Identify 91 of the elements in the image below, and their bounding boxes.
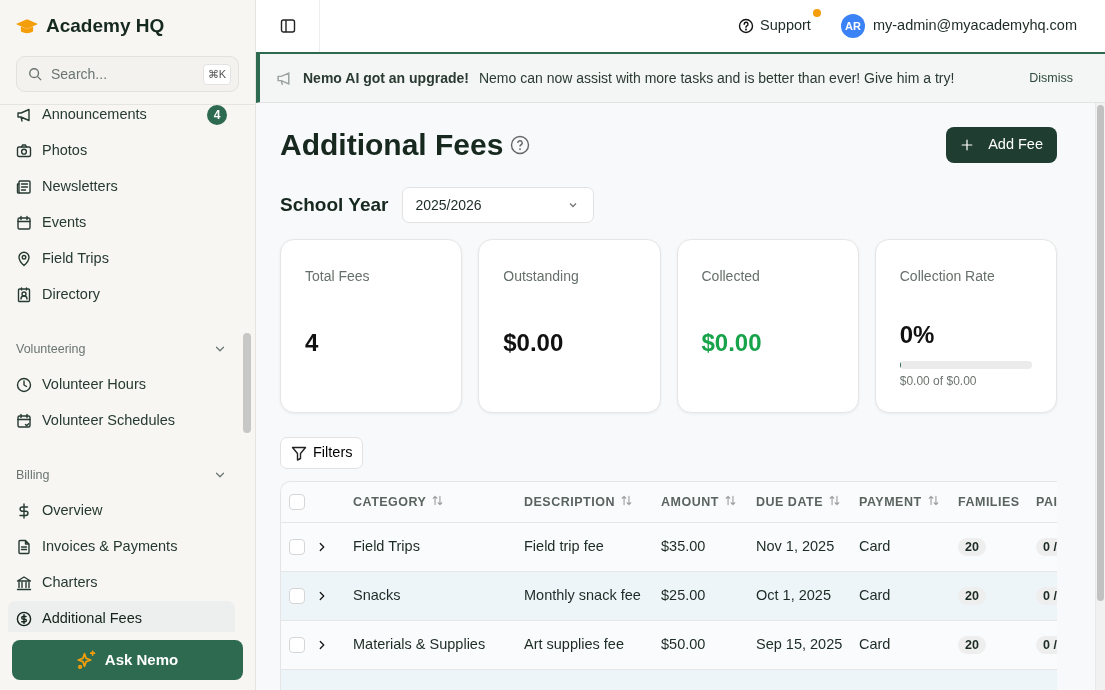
table-cell: Card	[859, 636, 891, 653]
checkbox[interactable]	[289, 539, 305, 556]
checkbox[interactable]	[289, 637, 305, 654]
help-icon	[738, 18, 755, 34]
school-year-select[interactable]: 2025/2026	[402, 187, 595, 223]
table-cell: Card	[859, 587, 891, 604]
column-header[interactable]: CATEGORY	[353, 494, 427, 509]
filter-icon	[291, 445, 307, 461]
table-cell: $25.00	[661, 587, 706, 604]
camera-icon	[16, 143, 32, 159]
sidebar-item[interactable]: Volunteer Hours	[8, 367, 235, 403]
newspaper-icon	[16, 179, 32, 195]
checkbox[interactable]	[289, 588, 305, 605]
table-cell: Field trip fee	[524, 538, 604, 555]
ask-nemo-button[interactable]: Ask Nemo	[12, 640, 243, 680]
sidebar-item[interactable]: Invoices & Payments	[8, 529, 235, 565]
banner-title: Nemo AI got an upgrade!	[303, 68, 469, 88]
help-icon[interactable]	[510, 135, 531, 155]
sidebar-item[interactable]: Events	[8, 205, 235, 241]
column-header: FAMILIES	[958, 494, 1020, 509]
sparkle-icon	[76, 650, 97, 670]
document-icon	[16, 539, 32, 555]
contact-book-icon	[16, 287, 32, 303]
add-fee-button[interactable]: Add Fee	[946, 127, 1057, 163]
table-cell: Card	[859, 538, 891, 555]
column-header[interactable]: DUE DATE	[756, 494, 823, 509]
checkbox[interactable]	[289, 494, 305, 511]
table-cell: $35.00	[661, 538, 706, 555]
clock-icon	[16, 377, 32, 393]
scrollbar-thumb[interactable]	[243, 333, 251, 433]
count-badge: 4	[207, 105, 227, 125]
sidebar-item[interactable]: Announcements 4	[8, 105, 235, 133]
count-pill: 20	[958, 538, 986, 557]
count-pill: 0 /	[1036, 636, 1057, 655]
map-pin-icon	[16, 251, 32, 267]
table-cell: Sep 15, 2025	[756, 636, 843, 653]
section-header: Volunteering	[16, 340, 86, 358]
app-name: Academy HQ	[46, 13, 165, 38]
avatar[interactable]: AR	[840, 14, 865, 38]
scrollbar-thumb[interactable]	[1097, 105, 1104, 601]
stat-value: $0.00	[503, 328, 565, 358]
table-cell: $50.00	[661, 636, 706, 653]
support-link[interactable]: Support	[738, 15, 811, 37]
sidebar-item[interactable]: Overview	[8, 493, 235, 529]
column-header[interactable]: DESCRIPTION	[524, 494, 615, 509]
search-icon	[28, 67, 42, 81]
stat-label: Collected	[701, 267, 761, 286]
stat-caption: $0.00 of $0.00	[899, 373, 978, 390]
stat-label: Outstanding	[503, 267, 580, 286]
table-cell: Field Trips	[353, 538, 420, 555]
count-pill: 0 /	[1036, 538, 1057, 557]
sidebar-item[interactable]: Newsletters	[8, 169, 235, 205]
shortcut-hint: ⌘K	[202, 64, 231, 85]
sidebar-item[interactable]: Directory	[8, 277, 235, 313]
banner-message: Nemo can now assist with more tasks and is better than ever! Give him a try!	[478, 68, 955, 88]
sidebar-item[interactable]: Volunteer Schedules	[8, 403, 235, 439]
column-header[interactable]: PAYMENT	[859, 494, 922, 509]
count-pill: 20	[958, 587, 986, 606]
megaphone-icon	[16, 107, 32, 123]
dollar-icon	[16, 503, 32, 519]
count-pill: 20	[958, 636, 986, 655]
column-header[interactable]: AMOUNT	[661, 494, 719, 509]
calendar-icon	[16, 215, 32, 231]
stat-value: 0%	[899, 320, 936, 350]
sidebar-item[interactable]: Field Trips	[8, 241, 235, 277]
bank-icon	[16, 575, 32, 591]
table-cell: Materials & Supplies	[353, 636, 486, 653]
dollar-circle-icon	[16, 611, 32, 627]
stat-label: Total Fees	[305, 267, 371, 286]
stat-label: Collection Rate	[899, 267, 996, 286]
user-email[interactable]: my-admin@myacademyhq.com	[872, 15, 1077, 37]
stat-value: 4	[305, 328, 320, 358]
table-cell: Art supplies fee	[524, 636, 624, 653]
count-pill: 0 /	[1036, 587, 1057, 606]
school-year-label: School Year	[280, 192, 389, 217]
table-cell: Snacks	[353, 587, 401, 604]
stat-value: $0.00	[701, 328, 763, 358]
sidebar-item[interactable]: Additional Fees	[8, 601, 235, 632]
section-header: Billing	[16, 466, 50, 484]
sidebar-item[interactable]: Charters	[8, 565, 235, 601]
logo-icon	[16, 18, 38, 34]
filters-button[interactable]: Filters	[280, 437, 364, 469]
calendar-check-icon	[16, 413, 32, 429]
table-cell: Monthly snack fee	[524, 587, 641, 604]
table-cell: Oct 1, 2025	[756, 587, 831, 604]
sidebar-item[interactable]: Photos	[8, 133, 235, 169]
page-title: Additional Fees	[280, 127, 504, 163]
plus-icon	[960, 138, 975, 152]
dismiss-button[interactable]: Dismiss	[1023, 67, 1079, 89]
column-header: PAI	[1036, 494, 1057, 509]
table-cell: Nov 1, 2025	[756, 538, 835, 555]
